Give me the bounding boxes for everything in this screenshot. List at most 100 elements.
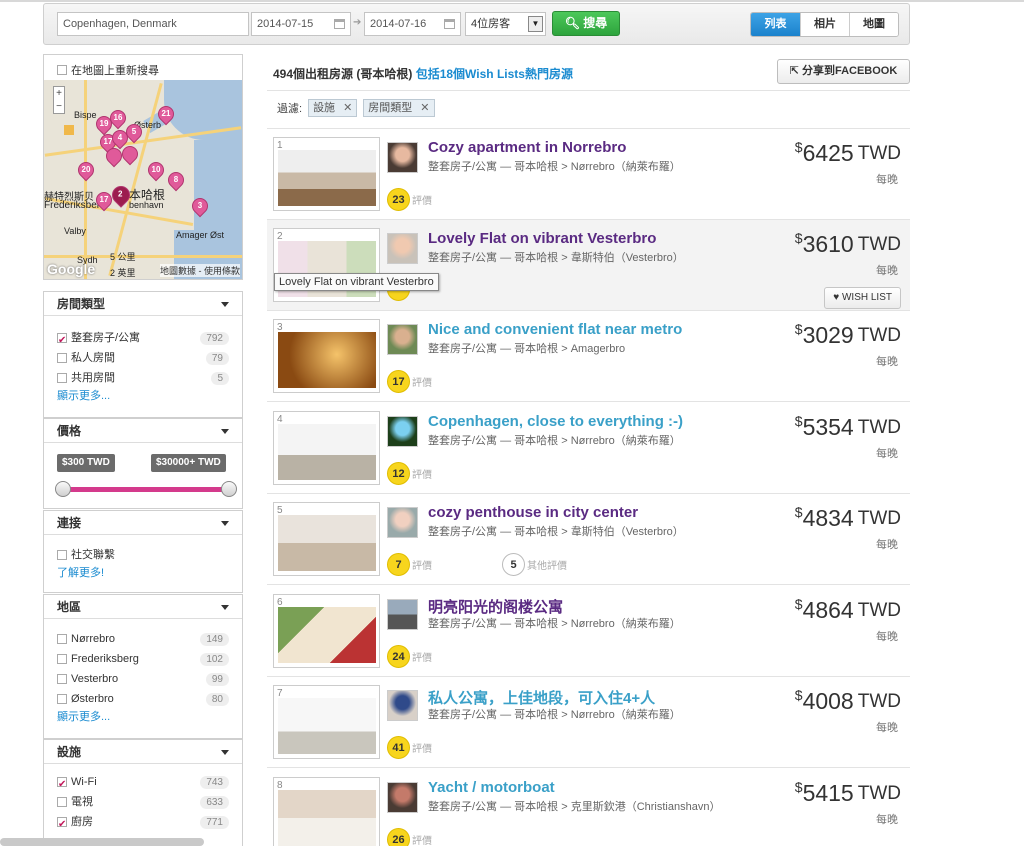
area-option[interactable]: Vesterbro 99 xyxy=(44,669,242,689)
room-type-option[interactable]: 私人房間 79 xyxy=(44,348,242,368)
other-review-count[interactable]: 5 其他評價 xyxy=(502,553,567,576)
listing-thumbnail[interactable]: 5 xyxy=(273,502,380,576)
checkbox[interactable] xyxy=(57,634,67,645)
close-icon[interactable]: ✕ xyxy=(420,100,429,116)
listing-photo[interactable] xyxy=(278,332,376,388)
checkbox[interactable] xyxy=(57,550,67,561)
listing-photo[interactable] xyxy=(278,607,376,663)
map-pin[interactable]: 20 xyxy=(74,158,98,182)
review-count[interactable]: 24 評價 xyxy=(387,645,432,668)
listing-row[interactable]: 2 Lovely Flat on vibrant Vesterbro 整套房子/… xyxy=(267,220,910,311)
listing-photo[interactable] xyxy=(278,698,376,754)
view-photos-button[interactable]: 相片 xyxy=(800,13,849,36)
room-type-option[interactable]: 共用房間 5 xyxy=(44,368,242,388)
host-avatar[interactable] xyxy=(387,782,418,813)
price-slider-min-handle[interactable] xyxy=(55,481,71,497)
listing-thumbnail[interactable]: 4 xyxy=(273,411,380,485)
host-avatar[interactable] xyxy=(387,324,418,355)
listing-title[interactable]: Nice and convenient flat near metro xyxy=(428,321,682,338)
amenity-option[interactable]: Wi-Fi743 xyxy=(44,772,242,795)
room-type-show-more[interactable]: 顯示更多... xyxy=(44,388,242,406)
filter-chip-amenities[interactable]: 設施 ✕ xyxy=(308,99,358,117)
review-count[interactable]: 41 評價 xyxy=(387,736,432,759)
location-input[interactable]: Copenhagen, Denmark xyxy=(57,12,249,36)
listing-thumbnail[interactable]: 6 xyxy=(273,594,380,668)
room-type-option[interactable]: 整套房子/公寓792 xyxy=(44,328,242,351)
search-button[interactable]: 🔍︎ 搜尋 xyxy=(552,11,620,36)
price-slider-max-handle[interactable] xyxy=(221,481,237,497)
checkbox[interactable] xyxy=(57,331,67,351)
listing-row[interactable]: 6 明亮阳光的阁楼公寓 整套房子/公寓 — 哥本哈根 > Nørrebro（納萊… xyxy=(267,586,910,677)
checkbox[interactable] xyxy=(57,815,67,835)
amenities-header[interactable]: 設施 xyxy=(44,740,242,764)
listing-thumbnail[interactable]: 7 xyxy=(273,685,380,759)
share-facebook-button[interactable]: ⇱ 分享到FACEBOOK xyxy=(777,59,910,84)
map-pin[interactable]: 8 xyxy=(164,168,188,192)
checkbox[interactable] xyxy=(57,797,67,808)
host-avatar[interactable] xyxy=(387,690,418,721)
connect-header[interactable]: 連接 xyxy=(44,511,242,535)
close-icon[interactable]: ✕ xyxy=(343,100,352,116)
area-option[interactable]: Østerbro 80 xyxy=(44,689,242,709)
listing-photo[interactable] xyxy=(278,790,376,846)
listing-title[interactable]: Cozy apartment in Norrebro xyxy=(428,139,626,156)
listing-row[interactable]: 1 Cozy apartment in Norrebro 整套房子/公寓 — 哥… xyxy=(267,129,910,220)
host-avatar[interactable] xyxy=(387,507,418,538)
review-count[interactable]: 12 評價 xyxy=(387,462,432,485)
map-zoom-control[interactable]: + − xyxy=(53,86,65,114)
listing-title[interactable]: Lovely Flat on vibrant Vesterbro xyxy=(428,230,656,247)
map-pin[interactable]: 10 xyxy=(144,158,168,182)
guests-select[interactable]: 4位房客 ▼ xyxy=(465,12,546,36)
listing-row[interactable]: 7 私人公寓，上佳地段，可入住4+人 整套房子/公寓 — 哥本哈根 > Nørr… xyxy=(267,677,910,768)
zoom-out-icon[interactable]: − xyxy=(54,100,64,113)
listing-photo[interactable] xyxy=(278,424,376,480)
host-avatar[interactable] xyxy=(387,416,418,447)
filter-chip-room-type[interactable]: 房間類型 ✕ xyxy=(363,99,435,117)
view-list-button[interactable]: 列表 xyxy=(751,13,800,36)
map[interactable]: + − Bispe Østerb 赫特烈斯贝 Frederiksber 本哈根 b… xyxy=(44,80,242,279)
listing-title[interactable]: 明亮阳光的阁楼公寓 xyxy=(428,596,563,617)
price-slider-track[interactable] xyxy=(63,487,229,492)
area-show-more[interactable]: 顯示更多... xyxy=(44,709,242,727)
redo-search-toggle[interactable]: 在地圖上重新搜尋 xyxy=(57,62,159,78)
listing-title[interactable]: Copenhagen, close to everything :-) xyxy=(428,413,683,430)
checkbox[interactable] xyxy=(57,775,67,795)
listing-title[interactable]: cozy penthouse in city center xyxy=(428,504,638,521)
listing-row[interactable]: 8 Yacht / motorboat 整套房子/公寓 — 哥本哈根 > 克里斯… xyxy=(267,769,910,846)
checkin-input[interactable]: 2014-07-15 xyxy=(251,12,351,36)
checkbox[interactable] xyxy=(57,694,67,705)
learn-more-link[interactable]: 了解更多! xyxy=(44,565,242,583)
listing-row[interactable]: 4 Copenhagen, close to everything :-) 整套… xyxy=(267,403,910,494)
area-header[interactable]: 地區 xyxy=(44,595,242,619)
review-count[interactable]: 23 評價 xyxy=(387,188,432,211)
review-count[interactable]: 17 評價 xyxy=(387,370,432,393)
listing-row[interactable]: 3 Nice and convenient flat near metro 整套… xyxy=(267,311,910,402)
listing-photo[interactable] xyxy=(278,515,376,571)
area-option[interactable]: Nørrebro 149 xyxy=(44,629,242,649)
view-map-button[interactable]: 地圖 xyxy=(849,13,898,36)
zoom-in-icon[interactable]: + xyxy=(54,87,64,100)
redo-search-checkbox[interactable] xyxy=(57,65,67,75)
amenity-option[interactable]: 廚房771 xyxy=(44,812,242,835)
listing-thumbnail[interactable]: 3 xyxy=(273,319,380,393)
listing-title[interactable]: 私人公寓，上佳地段，可入住4+人 xyxy=(428,687,655,708)
amenity-option[interactable]: 電視 633 xyxy=(44,792,242,812)
room-type-header[interactable]: 房間類型 xyxy=(44,292,242,316)
review-count[interactable]: 7 評價 xyxy=(387,553,432,576)
listing-thumbnail[interactable]: 1 xyxy=(273,137,380,211)
listing-thumbnail[interactable]: 8 xyxy=(273,777,380,846)
listing-title[interactable]: Yacht / motorboat xyxy=(428,779,555,796)
checkbox[interactable] xyxy=(57,654,67,665)
host-avatar[interactable] xyxy=(387,142,418,173)
price-header[interactable]: 價格 xyxy=(44,419,242,443)
listing-photo[interactable] xyxy=(278,150,376,206)
review-count[interactable]: 26 評價 xyxy=(387,828,432,846)
checkbox[interactable] xyxy=(57,674,67,685)
area-option[interactable]: Frederiksberg 102 xyxy=(44,649,242,669)
host-avatar[interactable] xyxy=(387,233,418,264)
map-terms-link[interactable]: 地圖數據 - 使用條款 xyxy=(160,264,240,277)
social-connect-option[interactable]: 社交聯繫 xyxy=(44,545,242,565)
checkbox[interactable] xyxy=(57,353,67,364)
wishlist-link[interactable]: 包括18個Wish Lists熱門房源 xyxy=(416,67,573,81)
wishlist-button[interactable]: ♥ WISH LIST xyxy=(824,287,901,309)
